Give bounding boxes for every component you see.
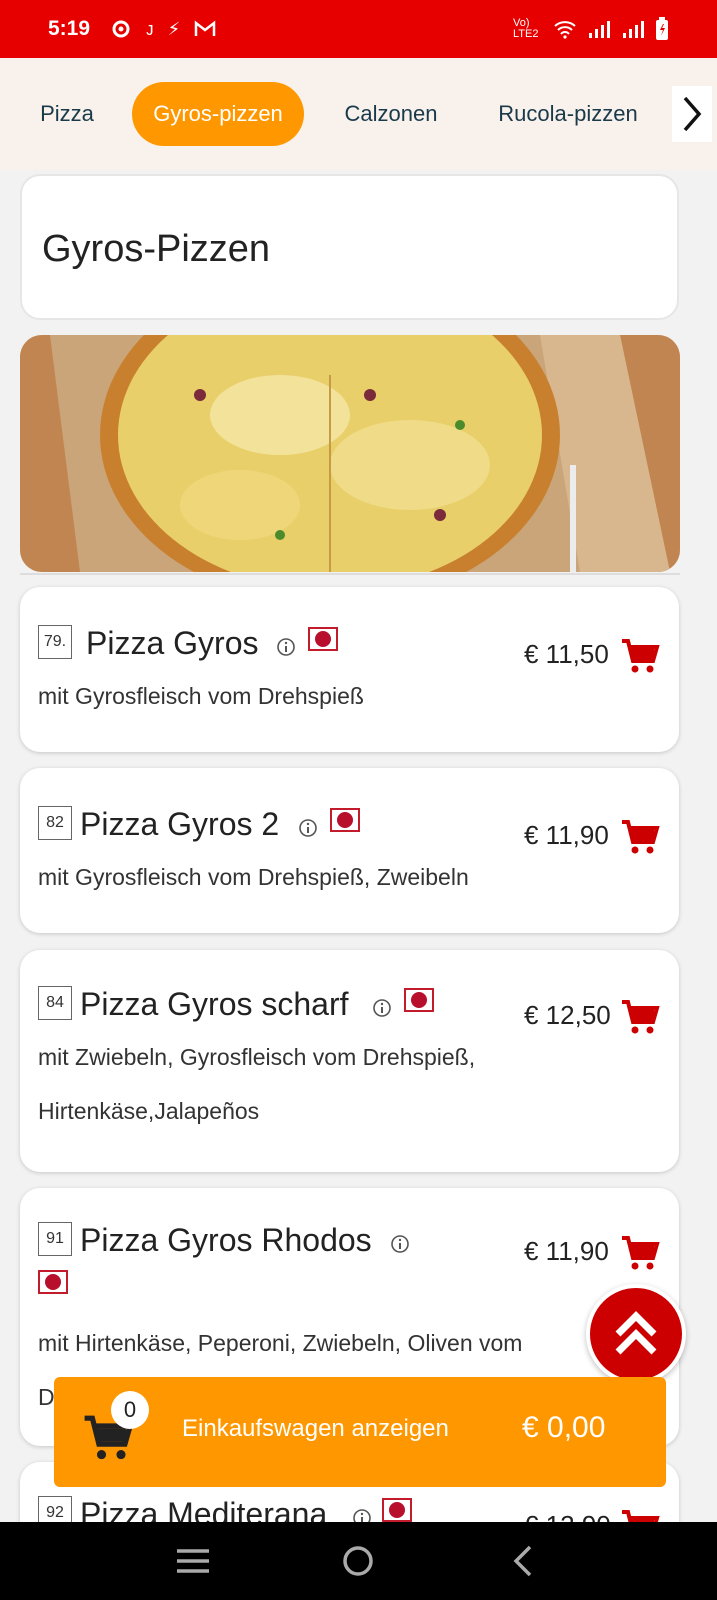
tab-label: Calzonen [344,101,438,126]
gear-icon [112,20,130,38]
info-icon[interactable] [390,1234,410,1254]
status-left: 5:19 ᴊ ⚡ [48,17,216,41]
status-bar: 5:19 ᴊ ⚡ Vo) LTE2 [0,0,717,58]
item-description-line: mit Gyrosfleisch vom Drehspieß, Zweibeln [38,864,469,890]
item-description-line: Hirtenkäse,Jalapeños [38,1098,260,1124]
section-title: Gyros-Pizzen [42,228,271,270]
back-icon[interactable] [504,1541,544,1581]
item-price: € 11,90 [524,820,609,850]
signal-icon [623,21,644,38]
menu-item-card[interactable]: 82 Pizza Gyros 2 € 11,90 mit Gyrosfleisc… [20,768,679,933]
scroll-to-top-button[interactable] [586,1284,686,1384]
tab-gyros-pizzen[interactable]: Gyros-pizzen [132,82,304,146]
view-cart-button[interactable]: 0 Einkaufswagen anzeigen € 0,00 [54,1377,666,1487]
item-description: mit Gyrosfleisch vom Drehspieß, Zweibeln [38,850,558,904]
info-icon[interactable] [372,998,392,1018]
double-chevron-up-icon [615,1311,657,1355]
menu-item-card[interactable]: 84 Pizza Gyros scharf € 12,50 mit Zwiebe… [20,950,679,1172]
menu-icon[interactable] [173,1541,213,1581]
allergen-flag-icon [330,808,360,832]
chevron-right-icon [683,96,702,132]
network-label: Vo) LTE2 [513,17,539,40]
add-to-cart-icon[interactable] [620,1234,660,1274]
item-price: € 11,50 [524,639,609,669]
cart-total: € 0,00 [522,1411,606,1444]
tab-calzonen[interactable]: Calzonen [326,82,456,146]
item-name: Pizza Gyros 2 [80,806,280,842]
category-tab-bar: Pizza Gyros-pizzen Calzonen Rucola-pizze… [0,58,717,170]
category-image [20,335,680,572]
allergen-flag-icon [38,1270,68,1294]
pizza-image [20,335,680,572]
info-icon[interactable] [298,818,318,838]
status-time: 5:19 [48,17,91,40]
tab-label: Pizza [40,101,94,126]
wifi-icon [554,21,576,39]
item-description-line: mit Gyrosfleisch vom Drehspieß [38,683,364,709]
item-number: 82 [38,806,72,840]
item-name: Pizza Gyros scharf [80,986,349,1022]
item-description-line: mit Zwiebeln, Gyrosfleisch vom Drehspieß… [38,1044,476,1070]
item-description-line: mit Hirtenkäse, Peperoni, Zwiebeln, Oliv… [38,1330,523,1356]
tab-pizza[interactable]: Pizza [20,82,114,146]
tab-label: Rucola-pizzen [498,101,638,126]
item-price: € 11,90 [524,1236,609,1266]
cart-count-badge: 0 [111,1391,149,1429]
home-icon[interactable] [338,1541,378,1581]
item-number: 79. [38,625,72,659]
add-to-cart-icon[interactable] [620,998,660,1038]
item-number: 91 [38,1222,72,1256]
menu-item-card[interactable]: 79. Pizza Gyros € 11,50 mit Gyrosfleisch… [20,587,679,752]
tab-scroll-right-button[interactable] [672,86,712,142]
item-description: mit Gyrosfleisch vom Drehspieß [38,669,558,723]
allergen-flag-icon [404,988,434,1012]
battery-icon [656,17,668,40]
item-price: € 12,50 [524,1000,611,1030]
divider [20,573,680,575]
add-to-cart-icon[interactable] [620,637,660,677]
j-icon: ᴊ [146,18,154,39]
info-icon[interactable] [276,637,296,657]
system-nav-bar [0,1522,717,1600]
item-number: 84 [38,986,72,1020]
tab-rucola-pizzen[interactable]: Rucola-pizzen [480,82,656,146]
allergen-flag-icon [308,627,338,651]
item-name: Pizza Gyros Rhodos [80,1222,372,1258]
section-title-card: Gyros-Pizzen [20,174,679,320]
allergen-flag-icon [382,1498,412,1522]
cart-label: Einkaufswagen anzeigen [182,1415,449,1442]
gmail-icon [195,20,216,36]
signal-icon [589,21,610,38]
item-name: Pizza Gyros [86,625,259,661]
sport-icon: ⚡ [167,18,181,39]
item-description: mit Zwiebeln, Gyrosfleisch vom Drehspieß… [38,1030,558,1138]
add-to-cart-icon[interactable] [620,818,660,858]
tab-label: Gyros-pizzen [153,101,283,126]
status-right: Vo) LTE2 [513,17,669,41]
